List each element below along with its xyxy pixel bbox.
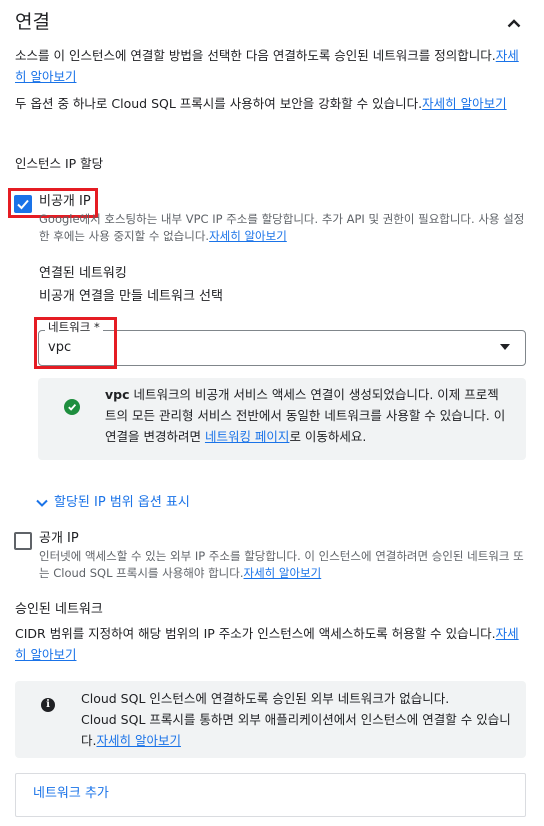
networking-page-link[interactable]: 네트워킹 페이지 <box>205 429 289 444</box>
ip-range-toggle-label: 할당된 IP 범위 옵션 표시 <box>54 495 190 510</box>
connected-networking-title: 연결된 네트워킹 <box>39 266 127 281</box>
ip-assignment-label: 인스턴스 IP 할당 <box>15 156 104 171</box>
vpc-network-name: vpc <box>105 387 130 402</box>
intro-text: 소스를 이 인스턴스에 연결할 방법을 선택한 다음 연결하도록 승인된 네트워… <box>15 48 496 63</box>
learn-more-link[interactable]: 자세히 알아보기 <box>244 566 322 580</box>
learn-more-link[interactable]: 자세히 알아보기 <box>422 96 506 111</box>
authorized-networks-title: 승인된 네트워크 <box>15 602 103 617</box>
proxy-text: 두 옵션 중 하나로 Cloud SQL 프록시를 사용하여 보안을 강화할 수… <box>15 96 423 111</box>
vpc-notice-suffix: 로 이동하세요. <box>289 429 367 444</box>
public-ip-description: 인터넷에 액세스할 수 있는 외부 IP 주소를 할당합니다. 이 인스턴스에 … <box>39 548 529 582</box>
collapse-button[interactable] <box>503 12 525 34</box>
vpc-notice-text: vpc 네트워크의 비공개 서비스 액세스 연결이 생성되었습니다. 이제 프로… <box>105 384 510 447</box>
proxy-description: 두 옵션 중 하나로 Cloud SQL 프록시를 사용하여 보안을 강화할 수… <box>15 93 530 114</box>
check-circle-icon <box>64 399 80 415</box>
authorized-networks-description: CIDR 범위를 지정하여 해당 범위의 IP 주소가 인스턴스에 액세스하도록… <box>15 623 530 665</box>
connected-networking-subtitle: 비공개 연결을 만들 네트워크 선택 <box>39 289 223 304</box>
section-title: 연결 <box>15 11 50 33</box>
authorized-networks-desc-text: CIDR 범위를 지정하여 해당 범위의 IP 주소가 인스턴스에 액세스하도록… <box>15 626 496 641</box>
learn-more-link[interactable]: 자세히 알아보기 <box>209 229 287 243</box>
info-icon: i <box>41 698 55 712</box>
notice-line-1: Cloud SQL 인스턴스에 연결하도록 승인된 외부 네트워크가 없습니다. <box>81 691 450 706</box>
intro-description: 소스를 이 인스턴스에 연결할 방법을 선택한 다음 연결하도록 승인된 네트워… <box>15 45 530 87</box>
ip-range-options-toggle[interactable]: 할당된 IP 범위 옵션 표시 <box>36 493 190 513</box>
chevron-up-icon <box>507 18 521 27</box>
learn-more-link[interactable]: 자세히 알아보기 <box>96 733 180 748</box>
caret-down-icon <box>500 344 510 350</box>
authorized-networks-notice-text: Cloud SQL 인스턴스에 연결하도록 승인된 외부 네트워크가 없습니다.… <box>81 688 521 751</box>
public-ip-label: 공개 IP <box>39 531 79 546</box>
private-ip-description: Google에서 호스팅하는 내부 VPC IP 주소를 할당합니다. 추가 A… <box>39 211 529 245</box>
add-network-label: 네트워크 추가 <box>33 786 109 801</box>
chevron-down-icon <box>36 499 48 507</box>
highlight-annotation <box>34 317 117 369</box>
public-ip-checkbox[interactable] <box>14 532 32 550</box>
